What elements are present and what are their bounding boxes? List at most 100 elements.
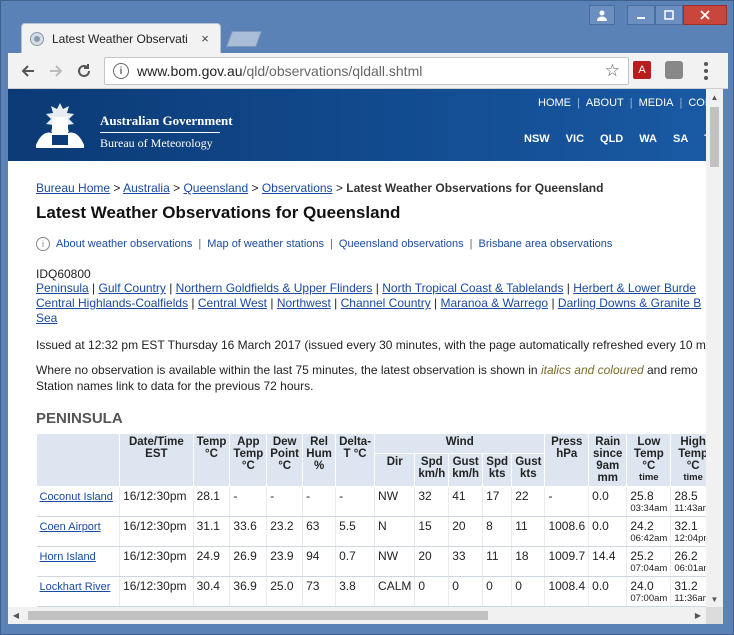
main-content: Bureau Home > Australia > Queensland > O… <box>35 181 706 607</box>
col-spd-kmh: Spd km/h <box>414 452 450 488</box>
station-link[interactable]: Coen Airport <box>40 521 101 533</box>
region-link[interactable]: Northwest <box>277 296 331 310</box>
breadcrumb-current: Latest Weather Observations for Queensla… <box>346 181 604 195</box>
pdf-extension-icon[interactable]: A <box>633 61 651 79</box>
table-row: Coconut Island 16/12:30pm 28.1 - - - - N… <box>36 486 706 517</box>
section-title: PENINSULA <box>36 410 123 427</box>
info-circle-icon: i <box>36 237 50 251</box>
region-link[interactable]: Gulf Country <box>99 281 166 295</box>
state-vic[interactable]: VIC <box>566 133 584 145</box>
site-banner: Australian Government Bureau of Meteorol… <box>8 89 706 161</box>
state-nsw[interactable]: NSW <box>524 133 550 145</box>
coat-of-arms-icon <box>36 103 84 148</box>
link-brisbane-observations[interactable]: Brisbane area observations <box>479 238 613 250</box>
page-viewport: Australian Government Bureau of Meteorol… <box>8 89 706 607</box>
scroll-right-icon[interactable]: ▶ <box>690 607 706 624</box>
bookmark-star-icon[interactable]: ☆ <box>605 61 620 81</box>
link-station-map[interactable]: Map of weather stations <box>207 238 324 250</box>
col-app-temp: App Temp °C <box>229 433 268 487</box>
forward-arrow-icon[interactable] <box>44 59 68 83</box>
observations-table: Date/Time EST Temp °C App Temp °C Dew Po… <box>35 433 706 607</box>
tab-title: Latest Weather Observati <box>52 31 188 46</box>
nav-home[interactable]: HOME <box>538 97 571 109</box>
col-dir: Dir <box>374 452 416 488</box>
reload-icon[interactable] <box>72 59 96 83</box>
back-arrow-icon[interactable] <box>16 59 40 83</box>
link-about-observations[interactable]: About weather observations <box>56 238 192 250</box>
tab-close-icon[interactable]: × <box>198 31 212 46</box>
nav-media[interactable]: MEDIA <box>639 97 674 109</box>
scroll-up-icon[interactable]: ▲ <box>706 89 723 105</box>
region-link[interactable]: Maranoa & Warrego <box>441 296 549 310</box>
profile-control <box>589 5 615 25</box>
link-qld-observations[interactable]: Queensland observations <box>339 238 464 250</box>
issued-text: Issued at 12:32 pm EST Thursday 16 March… <box>36 338 706 352</box>
col-high-temp: High Temp °C time <box>670 433 706 487</box>
top-navigation: HOME| ABOUT| MEDIA| CONT <box>538 97 706 109</box>
minimize-icon[interactable] <box>627 5 655 25</box>
region-link[interactable]: North Tropical Coast & Tablelands <box>382 281 563 295</box>
extension-icon[interactable] <box>665 61 683 79</box>
url-path: /qld/observations/qldall.shtml <box>242 63 423 79</box>
state-sa[interactable]: SA <box>673 133 688 145</box>
breadcrumb-australia[interactable]: Australia <box>123 181 170 195</box>
nav-about[interactable]: ABOUT <box>586 97 624 109</box>
region-links: Peninsula | Gulf Country | Northern Gold… <box>36 281 702 325</box>
col-rain: Rain since 9am mm <box>588 433 628 487</box>
col-low-temp: Low Temp °C time <box>626 433 672 487</box>
table-row: Lockhart River 16/12:30pm 30.4 36.9 25.0… <box>36 576 706 607</box>
state-navigation: NSW VIC QLD WA SA T <box>524 133 706 145</box>
breadcrumb-observations[interactable]: Observations <box>262 181 333 195</box>
region-link[interactable]: Northern Goldfields & Upper Flinders <box>176 281 373 295</box>
state-wa[interactable]: WA <box>639 133 657 145</box>
window-controls <box>627 5 727 25</box>
col-dew-point: Dew Point °C <box>266 433 304 487</box>
state-qld[interactable]: QLD <box>600 133 623 145</box>
col-temp: Temp °C <box>192 433 231 487</box>
breadcrumb-queensland[interactable]: Queensland <box>183 181 248 195</box>
col-gust-kmh: Gust km/h <box>448 452 484 488</box>
government-logo-text[interactable]: Australian Government Bureau of Meteorol… <box>100 113 233 151</box>
region-link[interactable]: Central Highlands-Coalfields <box>36 296 188 310</box>
col-spd-kts: Spd kts <box>482 452 513 488</box>
region-link[interactable]: Herbert & Lower Burde <box>573 281 696 295</box>
new-tab-button[interactable] <box>226 31 262 47</box>
col-datetime: Date/Time EST <box>119 433 194 487</box>
vertical-scrollbar[interactable]: ▲ ▼ <box>706 89 723 607</box>
table-row: Coen Airport 16/12:30pm 31.1 33.6 23.2 6… <box>36 516 706 547</box>
vertical-scroll-thumb[interactable] <box>710 107 719 167</box>
menu-dots-icon[interactable] <box>698 59 714 83</box>
region-link[interactable]: Central West <box>198 296 267 310</box>
info-icon[interactable]: i <box>113 63 129 79</box>
station-link[interactable]: Coconut Island <box>40 491 113 503</box>
browser-tab[interactable]: Latest Weather Observati × <box>21 23 221 53</box>
profile-icon[interactable] <box>589 5 615 25</box>
page-title: Latest Weather Observations for Queensla… <box>36 203 401 222</box>
horizontal-scroll-thumb[interactable] <box>28 611 488 620</box>
col-station <box>35 433 121 487</box>
station-link[interactable]: Horn Island <box>40 551 96 563</box>
station-link[interactable]: Lockhart River <box>40 581 111 593</box>
product-id: IDQ60800 <box>36 267 91 281</box>
breadcrumb-bureau-home[interactable]: Bureau Home <box>36 181 110 195</box>
scroll-left-icon[interactable]: ◀ <box>8 607 24 624</box>
maximize-icon[interactable] <box>655 5 683 25</box>
address-bar[interactable]: i www.bom.gov.au/qld/observations/qldall… <box>104 57 629 85</box>
scroll-down-icon[interactable]: ▼ <box>706 591 723 607</box>
region-link[interactable]: Sea <box>36 311 57 325</box>
region-link[interactable]: Channel Country <box>341 296 431 310</box>
horizontal-scrollbar[interactable]: ◀ ▶ <box>8 607 706 624</box>
gov-line2: Bureau of Meteorology <box>100 136 213 150</box>
observation-note: Where no observation is available within… <box>36 363 698 393</box>
col-delta-t: Delta-T °C <box>335 433 376 487</box>
url-host: www.bom.gov.au <box>137 63 243 79</box>
col-gust-kts: Gust kts <box>511 452 546 488</box>
breadcrumb: Bureau Home > Australia > Queensland > O… <box>36 181 604 195</box>
region-link[interactable]: Darling Downs & Granite B <box>558 296 701 310</box>
nav-contact[interactable]: CONT <box>688 97 706 109</box>
col-rel-hum: Rel Hum % <box>302 433 337 487</box>
close-window-icon[interactable] <box>683 5 727 25</box>
browser-window: Latest Weather Observati × i www.bom.gov… <box>0 0 734 635</box>
info-links: i About weather observations | Map of wea… <box>36 237 706 251</box>
region-link[interactable]: Peninsula <box>36 281 89 295</box>
